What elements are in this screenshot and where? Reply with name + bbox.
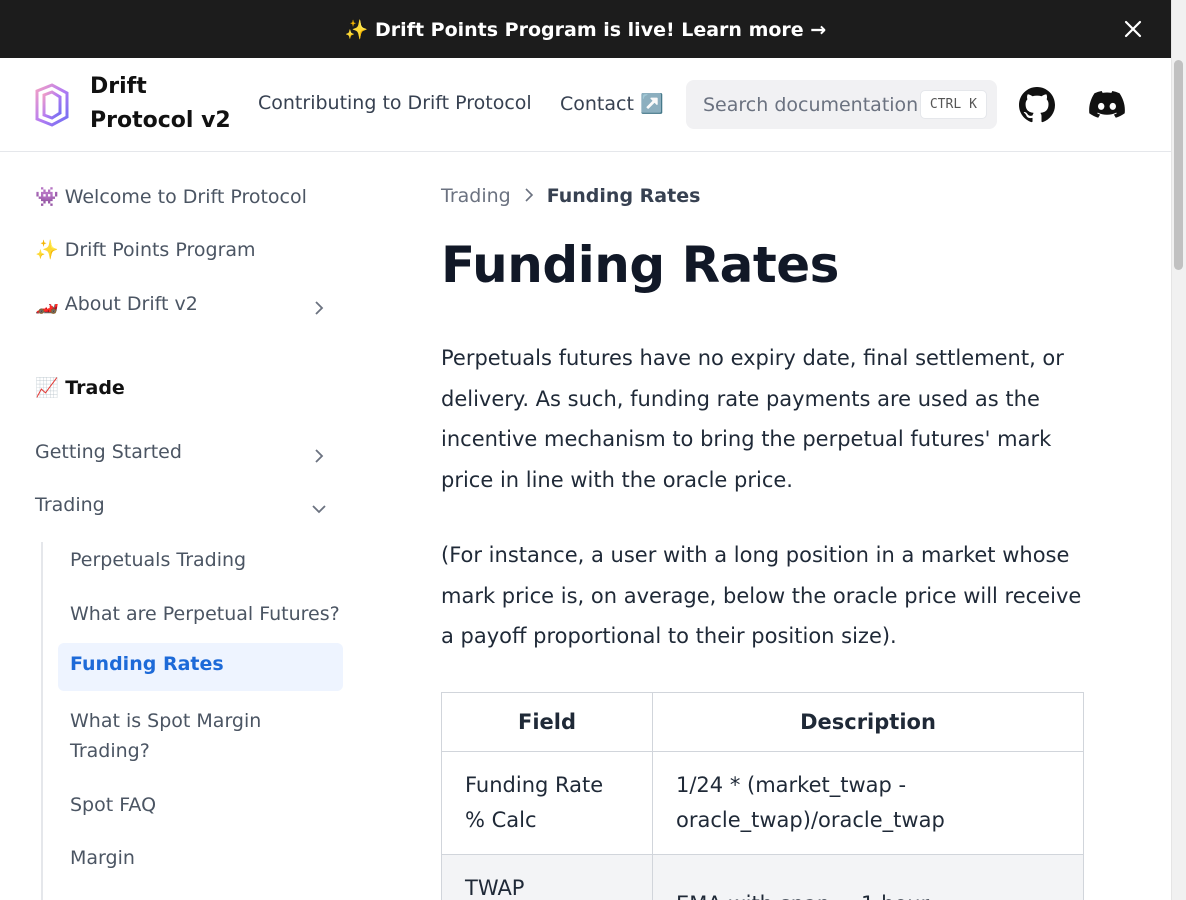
nav-contact-link[interactable]: Contact ↗️ — [560, 92, 664, 115]
nav-contributing-link[interactable]: Contributing to Drift Protocol — [258, 92, 532, 114]
sidebar-group-label: Getting Started — [35, 441, 182, 463]
table-row: Funding Rate % Calc 1/24 * (market_twap … — [441, 751, 1084, 855]
discord-icon[interactable] — [1088, 86, 1126, 124]
table-header-row: Field Description — [441, 692, 1084, 752]
sidebar-group-getting-started[interactable]: Getting Started — [35, 438, 335, 466]
search-shortcut-badge: CTRL K — [919, 90, 987, 119]
sidebar-item-spot-faq[interactable]: Spot FAQ — [70, 790, 340, 820]
breadcrumb-current: Funding Rates — [546, 185, 701, 207]
page-title: Funding Rates — [441, 236, 839, 294]
sidebar-item-about-label: 🏎️ About Drift v2 — [35, 293, 198, 315]
sidebar-tree-line — [41, 542, 43, 900]
brand-name[interactable]: Drift Protocol v2 — [90, 70, 240, 138]
chevron-right-icon — [311, 296, 327, 315]
sidebar-item-welcome[interactable]: 👾 Welcome to Drift Protocol — [35, 183, 335, 211]
sidebar-group-trading[interactable]: Trading — [35, 491, 335, 519]
drift-logo-icon[interactable] — [34, 83, 70, 127]
example-paragraph: (For instance, a user with a long positi… — [441, 543, 1082, 648]
brand-line2: Protocol v2 — [90, 108, 231, 133]
banner-text[interactable]: ✨ Drift Points Program is live! Learn mo… — [345, 18, 826, 41]
breadcrumb-parent[interactable]: Trading — [441, 185, 511, 207]
github-icon[interactable] — [1018, 86, 1056, 124]
search-input[interactable] — [703, 93, 918, 116]
scrollbar-thumb[interactable] — [1174, 60, 1183, 270]
sidebar-item-perpetuals-trading[interactable]: Perpetuals Trading — [70, 545, 340, 575]
sidebar-item-points[interactable]: ✨ Drift Points Program — [35, 236, 335, 264]
table-cell: EMA with span = 1 hour — [652, 854, 1084, 900]
sidebar-section-trade: 📈 Trade — [35, 377, 125, 399]
kbd-ctrl: CTRL — [929, 97, 962, 112]
close-icon[interactable] — [1119, 15, 1147, 43]
sidebar-item-perpetual-futures[interactable]: What are Perpetual Futures? — [70, 599, 340, 629]
table-header-description: Description — [652, 692, 1084, 752]
search-box[interactable]: CTRL K — [686, 80, 997, 129]
sidebar-item-margin[interactable]: Margin — [70, 843, 340, 873]
kbd-k: K — [969, 97, 977, 112]
sidebar-item-spot-margin[interactable]: What is Spot Margin Trading? — [70, 706, 340, 766]
sidebar-item-funding-rates[interactable]: Funding Rates — [70, 653, 224, 675]
chevron-down-icon — [311, 497, 327, 514]
table-cell: Funding Rate % Calc — [441, 751, 653, 855]
table-cell: TWAP — [441, 854, 653, 900]
funding-table: Field Description Funding Rate % Calc 1/… — [441, 692, 1084, 900]
sidebar-item-about[interactable]: 🏎️ About Drift v2 — [35, 290, 335, 318]
table-row: TWAP EMA with span = 1 hour — [441, 854, 1084, 900]
table-cell: 1/24 * (market_twap - oracle_twap)/oracl… — [652, 751, 1084, 855]
brand-line1: Drift — [90, 74, 147, 99]
table-header-field: Field — [441, 692, 653, 752]
chevron-right-icon — [311, 444, 327, 463]
announcement-banner[interactable]: ✨ Drift Points Program is live! Learn mo… — [0, 0, 1171, 58]
breadcrumb: Trading Funding Rates — [441, 185, 700, 207]
intro-paragraph: Perpetuals futures have no expiry date, … — [441, 346, 1064, 492]
chevron-right-icon — [523, 185, 535, 207]
sidebar-group-label: Trading — [35, 494, 105, 516]
top-header: Drift Protocol v2 Contributing to Drift … — [0, 58, 1171, 152]
sidebar: 👾 Welcome to Drift Protocol ✨ Drift Poin… — [0, 152, 360, 900]
